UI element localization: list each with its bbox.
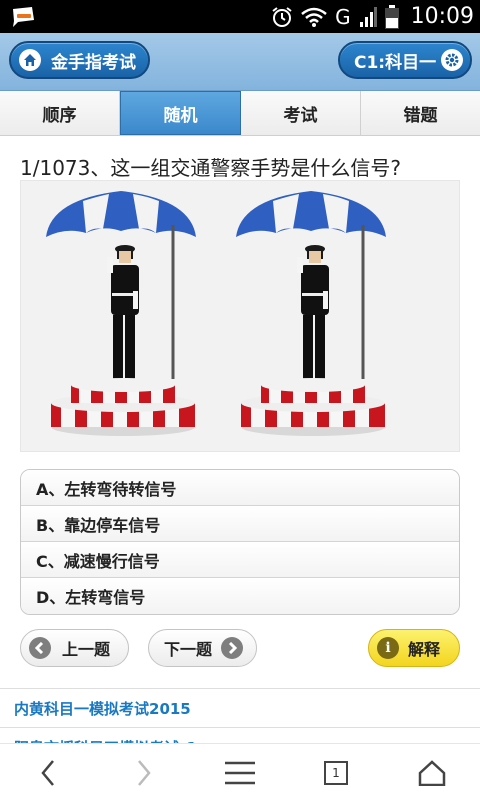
next-question-label: 下一题	[164, 640, 213, 659]
previous-question-button[interactable]: 上一题	[20, 629, 129, 667]
tab-exam[interactable]: 考试	[241, 91, 361, 135]
option-c[interactable]: C、减速慢行信号	[21, 542, 459, 578]
mode-tabs: 顺序 随机 考试 错题	[0, 91, 480, 136]
tab-count-icon: 1	[324, 760, 348, 785]
related-links: 内黄科目一模拟考试2015 阳泉市摇科目四模拟考试_1	[0, 688, 480, 743]
clock-time: 10:09	[410, 4, 474, 29]
back-arrow-icon	[41, 759, 54, 786]
subject-selector-button[interactable]: C1:科目一	[338, 41, 472, 79]
home-icon	[19, 49, 41, 71]
explain-label: 解释	[408, 640, 441, 659]
tabs-button[interactable]: 1	[288, 744, 384, 800]
chevron-right-icon	[221, 637, 244, 659]
status-bar: G 10:09	[0, 0, 480, 33]
browser-home-button[interactable]	[384, 744, 480, 800]
tab-wrong-questions[interactable]: 错题	[361, 91, 480, 135]
question-illustration	[20, 180, 460, 452]
network-type-label: G	[335, 4, 351, 29]
tab-random[interactable]: 随机	[120, 91, 241, 135]
back-button[interactable]	[0, 744, 96, 800]
chat-app-notification-icon	[13, 7, 34, 27]
forward-arrow-icon	[138, 759, 151, 786]
subject-label: C1:科目一	[354, 52, 437, 73]
explain-button[interactable]: i 解释	[368, 629, 460, 667]
related-link[interactable]: 阳泉市摇科目四模拟考试_1	[0, 728, 480, 744]
previous-question-label: 上一题	[62, 640, 111, 659]
chevron-left-icon	[29, 637, 51, 659]
question-text: 1/1073、这一组交通警察手势是什么信号?	[20, 156, 401, 180]
gear-icon	[441, 49, 463, 71]
traffic-police-gesture-image	[44, 189, 388, 438]
tab-sequential[interactable]: 顺序	[0, 91, 120, 135]
home-button-label: 金手指考试	[51, 52, 136, 73]
home-outline-icon	[418, 759, 446, 786]
option-a[interactable]: A、左转弯待转信号	[21, 470, 459, 506]
answer-options: A、左转弯待转信号 B、靠边停车信号 C、减速慢行信号 D、左转弯信号	[20, 469, 460, 615]
browser-nav-bar: 1	[0, 743, 480, 800]
app-header: 金手指考试 C1:科目一	[0, 33, 480, 91]
next-question-button[interactable]: 下一题	[148, 629, 257, 667]
wifi-icon	[301, 7, 327, 27]
info-icon: i	[377, 637, 399, 659]
alarm-icon	[272, 6, 292, 27]
option-b[interactable]: B、靠边停车信号	[21, 506, 459, 542]
home-button[interactable]: 金手指考试	[9, 41, 150, 79]
option-d[interactable]: D、左转弯信号	[21, 578, 459, 614]
battery-icon	[384, 4, 399, 29]
related-link[interactable]: 内黄科目一模拟考试2015	[0, 689, 480, 728]
menu-icon	[225, 761, 255, 784]
forward-button[interactable]	[96, 744, 192, 800]
signal-icon	[359, 6, 377, 27]
menu-button[interactable]	[192, 744, 288, 800]
